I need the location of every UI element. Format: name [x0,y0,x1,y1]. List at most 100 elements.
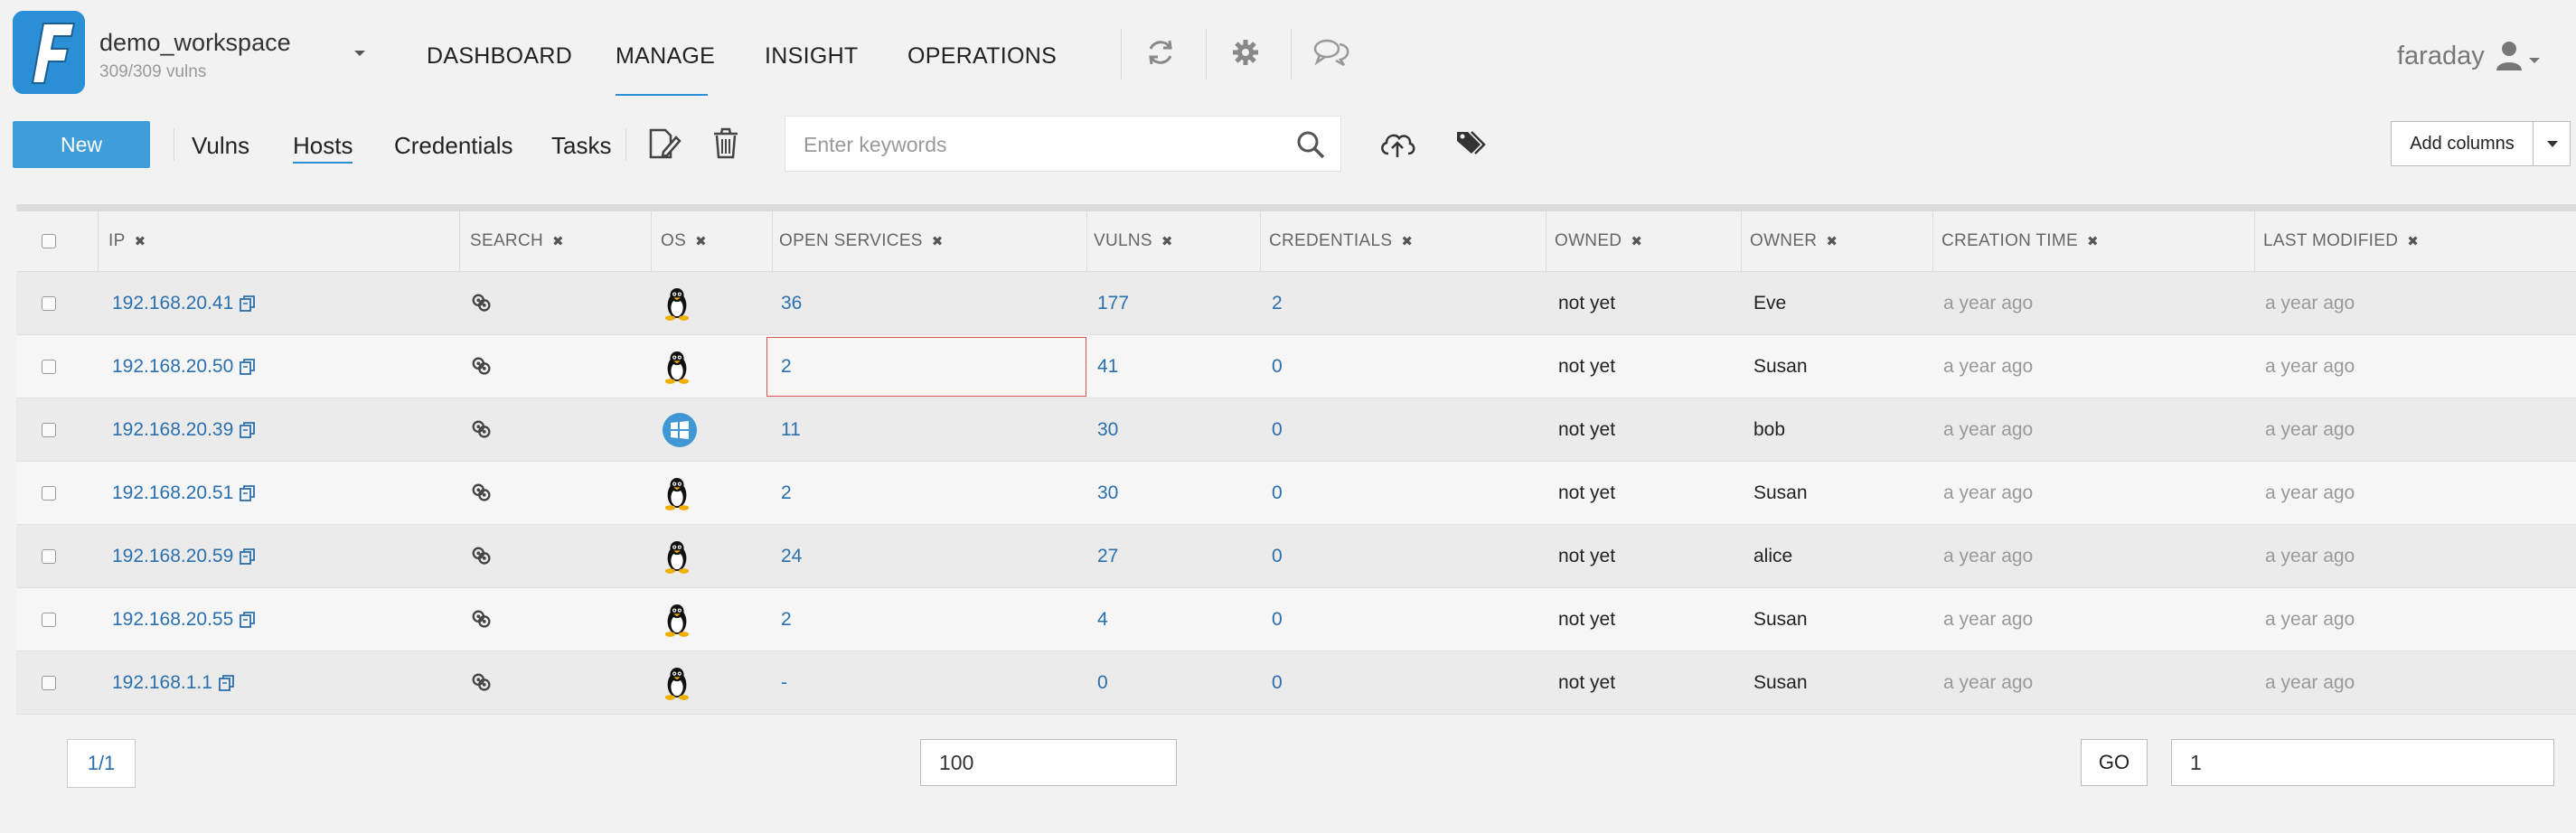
nav-insight[interactable]: INSIGHT [765,43,859,70]
copy-icon[interactable] [239,484,257,502]
column-header-credentials[interactable]: CREDENTIALS ✖ [1260,211,1546,271]
remove-column-icon[interactable]: ✖ [1401,233,1413,249]
vulns-count[interactable]: 30 [1097,462,1118,524]
user-icon[interactable] [2495,40,2524,70]
row-checkbox-cell[interactable] [42,651,56,714]
owned-status[interactable]: not yet [1558,588,1615,650]
new-button[interactable]: New [13,121,150,168]
row-checkbox[interactable] [42,675,56,690]
column-header-open-services[interactable]: OPEN SERVICES ✖ [770,211,1090,271]
tab-tasks[interactable]: Tasks [551,132,611,160]
copy-icon[interactable] [239,295,257,313]
nav-manage[interactable]: MANAGE [616,43,715,70]
row-checkbox[interactable] [42,422,56,437]
row-checkbox[interactable] [42,548,56,564]
faraday-logo[interactable] [13,11,85,94]
open-services-count[interactable]: 36 [781,272,802,334]
remove-column-icon[interactable]: ✖ [1631,233,1642,249]
table-row[interactable]: 192.168.1.1 - 0 0 not yet Susan a year ago a ye… [16,651,2576,715]
open-services-count[interactable]: 24 [781,525,802,587]
add-columns-dropdown-icon[interactable] [2533,121,2571,166]
search-host-icon[interactable] [470,272,494,334]
search-input[interactable] [802,129,1275,160]
nav-dashboard[interactable]: DASHBOARD [427,43,572,70]
remove-column-icon[interactable]: ✖ [1161,233,1173,249]
vulns-count[interactable]: 30 [1097,398,1118,461]
table-row[interactable]: 192.168.20.41 36 177 2 not yet Eve a year ago a… [16,272,2576,335]
remove-column-icon[interactable]: ✖ [552,233,564,249]
table-row[interactable]: 192.168.20.39 11 30 0 not yet bob a year ago a … [16,398,2576,462]
host-ip-cell[interactable]: 192.168.20.59 [112,525,257,587]
search-host-icon[interactable] [470,398,494,461]
search-host-icon[interactable] [470,462,494,524]
host-ip-link[interactable]: 192.168.20.51 [112,482,233,504]
host-ip-cell[interactable]: 192.168.20.55 [112,588,257,650]
column-header-search[interactable]: SEARCH ✖ [461,211,653,271]
column-header-last-modified[interactable]: LAST MODIFIED ✖ [2254,211,2576,271]
select-all-checkbox-cell[interactable] [42,211,56,271]
host-ip-link[interactable]: 192.168.20.59 [112,546,233,567]
chat-icon[interactable] [1312,36,1350,69]
host-ip-cell[interactable]: 192.168.20.51 [112,462,257,524]
tags-icon[interactable] [1452,125,1490,163]
username[interactable]: faraday [2397,42,2485,71]
copy-icon[interactable] [239,548,257,566]
host-ip-link[interactable]: 192.168.20.55 [112,609,233,631]
go-button[interactable]: GO [2081,739,2148,786]
vulns-count[interactable]: 41 [1097,335,1118,398]
column-header-owned[interactable]: OWNED ✖ [1546,211,1743,271]
add-columns-button[interactable]: Add columns [2391,121,2534,166]
tab-credentials[interactable]: Credentials [394,132,513,160]
owned-status[interactable]: not yet [1558,462,1615,524]
owned-status[interactable]: not yet [1558,272,1615,334]
owned-status[interactable]: not yet [1558,335,1615,398]
user-menu-caret-icon[interactable] [2529,58,2540,63]
column-header-creation-time[interactable]: CREATION TIME ✖ [1932,211,2254,271]
table-row[interactable]: 192.168.20.55 2 4 0 not yet Susan a year ago a … [16,588,2576,651]
open-services-count[interactable]: - [781,651,787,714]
remove-column-icon[interactable]: ✖ [2407,233,2419,249]
vulns-count[interactable]: 0 [1097,651,1108,714]
nav-operations[interactable]: OPERATIONS [907,43,1057,70]
host-ip-cell[interactable]: 192.168.20.41 [112,272,257,334]
refresh-icon[interactable] [1144,36,1177,69]
open-services-count[interactable]: 11 [781,398,801,461]
cloud-upload-icon[interactable] [1377,125,1417,163]
remove-column-icon[interactable]: ✖ [1826,233,1838,249]
search-host-icon[interactable] [470,335,494,398]
select-all-checkbox[interactable] [42,234,56,248]
host-ip-link[interactable]: 192.168.1.1 [112,672,212,694]
column-header-vulns[interactable]: VULNS ✖ [1085,211,1260,271]
credentials-count[interactable]: 0 [1272,651,1283,714]
row-checkbox-cell[interactable] [42,588,56,650]
search-host-icon[interactable] [470,588,494,650]
credentials-count[interactable]: 0 [1272,588,1283,650]
workspace-dropdown-caret-icon[interactable] [354,51,365,56]
remove-column-icon[interactable]: ✖ [932,233,944,249]
row-checkbox-cell[interactable] [42,525,56,587]
workspace-name[interactable]: demo_workspace [99,29,291,57]
host-ip-cell[interactable]: 192.168.1.1 [112,651,236,714]
go-to-page-input[interactable] [2171,739,2554,786]
vulns-count[interactable]: 4 [1097,588,1108,650]
row-checkbox-cell[interactable] [42,335,56,398]
owned-status[interactable]: not yet [1558,398,1615,461]
credentials-count[interactable]: 0 [1272,335,1283,398]
row-checkbox[interactable] [42,612,56,627]
trash-icon[interactable] [707,125,745,163]
owned-status[interactable]: not yet [1558,651,1615,714]
copy-icon[interactable] [239,358,257,376]
search-host-icon[interactable] [470,525,494,587]
gear-icon[interactable] [1229,36,1262,69]
copy-icon[interactable] [239,611,257,629]
copy-icon[interactable] [218,674,236,692]
tab-hosts[interactable]: Hosts [293,132,353,164]
column-header-owner[interactable]: OWNER ✖ [1741,211,1934,271]
column-header-ip[interactable]: IP ✖ [99,211,472,271]
row-checkbox-cell[interactable] [42,398,56,461]
remove-column-icon[interactable]: ✖ [695,233,707,249]
table-row[interactable]: 192.168.20.59 24 27 0 not yet alice a year ago… [16,525,2576,588]
tab-vulns[interactable]: Vulns [192,132,249,160]
vulns-count[interactable]: 177 [1097,272,1129,334]
credentials-count[interactable]: 2 [1272,272,1283,334]
